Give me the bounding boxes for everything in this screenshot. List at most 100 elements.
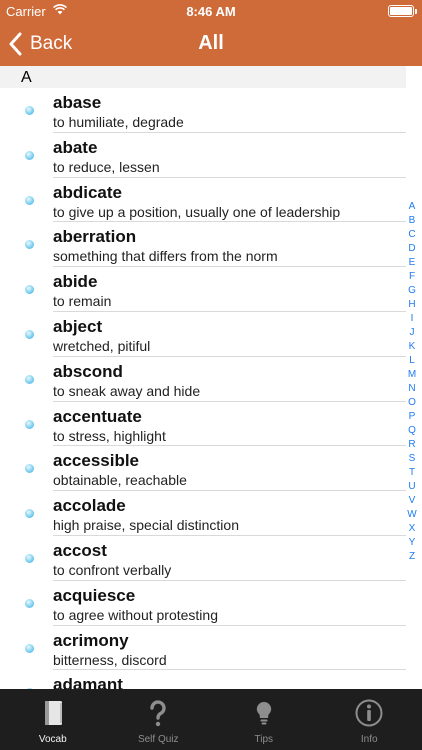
index-letter[interactable]: L xyxy=(409,354,415,368)
list-item[interactable]: abject wretched, pitiful xyxy=(0,312,406,357)
nav-bar: Back All xyxy=(0,22,422,66)
index-letter[interactable]: R xyxy=(408,438,415,452)
status-bar: Carrier 8:46 AM xyxy=(0,0,422,22)
index-letter[interactable]: U xyxy=(408,480,415,494)
index-letter[interactable]: M xyxy=(408,368,416,382)
vocab-word: accolade xyxy=(53,496,126,516)
vocab-definition: obtainable, reachable xyxy=(53,472,187,489)
bullet-icon xyxy=(25,374,34,384)
vocab-list[interactable]: abase to humiliate, degrade abate to reduce… xyxy=(0,88,406,689)
question-icon xyxy=(150,700,166,727)
vocab-definition: something that differs from the norm xyxy=(53,248,278,265)
vocab-word: abject xyxy=(53,316,103,336)
index-letter[interactable]: H xyxy=(408,298,415,312)
vocab-word: abate xyxy=(53,137,98,157)
tab-tips[interactable]: Tips xyxy=(211,689,317,750)
bullet-icon xyxy=(25,240,34,250)
vocab-definition: to reduce, lessen xyxy=(53,158,160,175)
vocab-definition: to agree without protesting xyxy=(53,606,218,623)
lightbulb-icon xyxy=(256,701,271,725)
index-letter[interactable]: O xyxy=(408,396,416,410)
list-item[interactable]: accentuate to stress, highlight xyxy=(0,402,406,447)
tab-info[interactable]: Info xyxy=(317,689,422,750)
bullet-icon xyxy=(25,598,34,608)
bullet-icon xyxy=(25,464,34,474)
tab-label: Vocab xyxy=(38,734,67,745)
list-item[interactable]: abdicate to give up a position, usually o… xyxy=(0,178,406,223)
vocab-word: acrimony xyxy=(53,630,129,650)
index-letter[interactable]: P xyxy=(409,410,416,424)
index-letter[interactable]: Z xyxy=(409,550,415,564)
list-item[interactable]: acrimony bitterness, discord xyxy=(0,626,406,671)
vocab-word: aberration xyxy=(53,227,137,247)
tab-bar: Vocab Self Quiz Tips Info xyxy=(0,689,422,750)
bullet-icon xyxy=(25,419,34,429)
vocab-definition: to stress, highlight xyxy=(53,427,166,444)
list-item[interactable]: abase to humiliate, degrade xyxy=(0,88,406,133)
list-item[interactable]: accost to confront verbally xyxy=(0,536,406,581)
section-letter: A xyxy=(21,69,32,86)
list-item[interactable]: accessible obtainable, reachable xyxy=(0,446,406,492)
vocab-word: accost xyxy=(53,540,107,560)
section-header: A xyxy=(0,66,406,88)
bullet-icon xyxy=(25,106,34,115)
vocab-definition: high praise, special distinction xyxy=(53,517,239,534)
bullet-icon xyxy=(25,329,34,339)
bullet-icon xyxy=(25,509,34,519)
vocab-word: accentuate xyxy=(53,406,142,426)
index-letter[interactable]: S xyxy=(409,452,416,466)
index-letter[interactable]: Y xyxy=(409,536,416,550)
page-title: All xyxy=(198,32,224,54)
vocab-word: abase xyxy=(53,93,102,112)
index-letter[interactable]: V xyxy=(409,494,416,508)
index-letter[interactable]: C xyxy=(408,228,415,242)
vocab-definition: to humiliate, degrade xyxy=(53,114,184,130)
list-item[interactable]: accolade high praise, special distinction xyxy=(0,491,406,536)
index-letter[interactable]: A xyxy=(409,200,416,214)
status-time: 8:46 AM xyxy=(186,4,236,19)
vocab-word: abide xyxy=(53,272,98,292)
book-icon xyxy=(44,701,62,725)
index-letter[interactable]: I xyxy=(411,312,414,326)
index-letter[interactable]: W xyxy=(407,508,416,522)
index-letter[interactable]: X xyxy=(409,522,416,536)
list-item[interactable]: acquiesce to agree without protesting xyxy=(0,581,406,626)
vocab-definition: to give up a position, usually one of le… xyxy=(53,203,341,220)
index-letter[interactable]: B xyxy=(409,214,416,228)
vocab-definition: wretched, pitiful xyxy=(53,337,151,354)
list-item[interactable]: aberration something that differs from th… xyxy=(0,222,406,268)
bullet-icon xyxy=(25,150,34,160)
index-letter[interactable]: G xyxy=(408,284,416,298)
vocab-word: accessible xyxy=(53,451,140,471)
list-item[interactable]: abate to reduce, lessen xyxy=(0,133,406,178)
info-icon xyxy=(355,699,383,727)
vocab-word: adamant xyxy=(53,675,123,689)
bullet-icon xyxy=(25,553,34,563)
index-letter[interactable]: K xyxy=(409,340,416,354)
vocab-definition: to confront verbally xyxy=(53,561,172,578)
bullet-icon xyxy=(25,285,34,295)
index-letter[interactable]: F xyxy=(409,270,415,284)
tab-self-quiz[interactable]: Self Quiz xyxy=(106,689,212,750)
alphabet-index[interactable]: ABCDEFGHIJKLMNOPQRSTUVWXYZ xyxy=(406,200,418,564)
vocab-word: abscond xyxy=(53,361,123,381)
index-letter[interactable]: N xyxy=(408,382,415,396)
tab-vocab[interactable]: Vocab xyxy=(0,689,106,750)
vocab-word: abdicate xyxy=(53,182,122,202)
index-letter[interactable]: T xyxy=(409,466,415,480)
vocab-definition: to remain xyxy=(53,293,112,310)
battery-icon xyxy=(388,5,417,17)
list-item[interactable]: abide to remain xyxy=(0,267,406,312)
list-item[interactable]: adamant xyxy=(0,670,406,689)
index-letter[interactable]: Q xyxy=(408,424,416,438)
tab-label: Tips xyxy=(254,734,274,745)
index-letter[interactable]: E xyxy=(409,256,416,270)
index-letter[interactable]: D xyxy=(408,242,415,256)
vocab-definition: to sneak away and hide xyxy=(53,382,201,399)
tab-label: Self Quiz xyxy=(137,734,179,745)
list-item[interactable]: abscond to sneak away and hide xyxy=(0,357,406,402)
header: Carrier 8:46 AM Back All xyxy=(0,0,422,66)
index-letter[interactable]: J xyxy=(410,326,415,340)
vocab-word: acquiesce xyxy=(53,585,136,605)
tab-label: Info xyxy=(360,734,378,745)
